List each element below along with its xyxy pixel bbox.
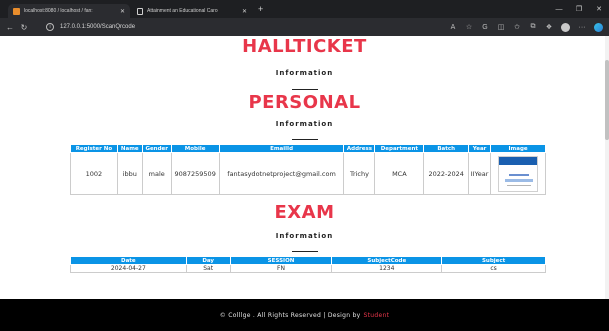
column-header: SESSION (229, 256, 333, 265)
browser-toolbar: A ☆ G ◫ ✩ ⧉ ❖ ··· (445, 18, 603, 36)
image-cell (490, 152, 546, 195)
personal-info-table: Register No Name Gender Mobile EmailId A… (70, 144, 546, 195)
close-icon[interactable]: ✕ (242, 8, 247, 15)
footer: © Colllge . All Rights Reserved | Design… (0, 299, 609, 331)
favorite-icon[interactable]: ☆ (461, 23, 477, 31)
column-header: Batch (423, 144, 470, 153)
minimize-icon[interactable]: — (549, 6, 569, 13)
register-no-cell: 1002 (70, 152, 118, 195)
maximize-icon[interactable]: ❐ (569, 5, 589, 13)
column-header: SubjectCode (331, 256, 443, 265)
browser-tab-phpmyadmin[interactable]: localhost:8080 / localhost / fan: ✕ (8, 4, 130, 18)
table-header-row: Register No Name Gender Mobile EmailId A… (70, 144, 546, 153)
divider (292, 251, 318, 252)
personal-title: PERSONAL (248, 92, 361, 113)
column-header: EmailId (218, 144, 345, 153)
year-cell: IIYear (468, 152, 492, 195)
subject-cell: cs (441, 264, 546, 273)
collections-icon[interactable]: ⧉ (525, 23, 541, 31)
column-header: Name (116, 144, 143, 153)
day-cell: Sat (185, 264, 231, 273)
column-header: Year (468, 144, 492, 153)
subject-code-cell: 1234 (331, 264, 443, 273)
hallticket-subtitle: Information (275, 69, 334, 77)
exam-table: Date Day SESSION SubjectCode Subject 202… (70, 256, 546, 273)
close-icon[interactable]: ✕ (120, 8, 125, 15)
column-header: Day (185, 256, 231, 265)
column-header: Register No (70, 144, 118, 153)
divider (292, 89, 318, 90)
gender-cell: male (141, 152, 172, 195)
table-header-row: Date Day SESSION SubjectCode Subject (70, 256, 546, 265)
session-cell: FN (229, 264, 333, 273)
back-icon[interactable]: ← (3, 23, 17, 32)
column-header: Image (490, 144, 546, 153)
name-cell: ibbu (116, 152, 143, 195)
close-window-icon[interactable]: ✕ (589, 5, 609, 13)
favorites-icon[interactable]: ✩ (509, 23, 525, 31)
personal-subtitle: Information (275, 120, 334, 128)
mobile-cell: 9087259509 (170, 152, 220, 195)
student-image (498, 155, 539, 192)
column-header: Department (374, 144, 425, 153)
refresh-icon[interactable]: G (477, 24, 493, 31)
column-header: Subject (441, 256, 546, 265)
footer-credit-link[interactable]: Student (364, 312, 390, 319)
copilot-icon[interactable] (594, 22, 603, 32)
table-row: 2024-04-27 Sat FN 1234 cs (70, 264, 546, 273)
footer-text: © Colllge . All Rights Reserved | Design… (219, 311, 361, 319)
hallticket-title: HALLTICKET (242, 36, 367, 57)
phpmyadmin-icon (13, 7, 20, 15)
address-bar: ← ↻ i 127.0.0.1:5000/ScanQrcode A ☆ G ◫ … (0, 18, 609, 36)
read-aloud-icon[interactable]: A (445, 24, 461, 31)
more-icon[interactable]: ··· (574, 24, 590, 31)
column-header: Date (70, 256, 187, 265)
url-text: 127.0.0.1:5000/ScanQrcode (60, 24, 136, 30)
tab-label: localhost:8080 / localhost / fan: (24, 8, 93, 14)
department-cell: MCA (374, 152, 425, 195)
avatar[interactable] (561, 22, 570, 32)
exam-subtitle: Information (275, 232, 334, 240)
window-controls: — ❐ ✕ (549, 0, 609, 18)
page-icon (137, 7, 143, 15)
batch-cell: 2022-2024 (423, 152, 470, 195)
browser-tab-bar: localhost:8080 / localhost / fan: ✕ Atta… (0, 0, 609, 18)
table-row: 1002 ibbu male 9087259509 fantasydotnetp… (70, 152, 546, 195)
browser-tab-attainment[interactable]: Attainment an Educational Caro ✕ (132, 4, 252, 18)
column-header: Gender (141, 144, 172, 153)
info-icon[interactable]: i (46, 23, 54, 31)
extensions-icon[interactable]: ❖ (541, 23, 557, 31)
date-cell: 2024-04-27 (70, 264, 187, 273)
address-cell: Trichy (343, 152, 376, 195)
split-screen-icon[interactable]: ◫ (493, 23, 509, 31)
column-header: Address (343, 144, 376, 153)
new-tab-icon[interactable]: + (258, 4, 263, 14)
column-header: Mobile (170, 144, 220, 153)
url-field[interactable]: i 127.0.0.1:5000/ScanQrcode (46, 20, 446, 34)
divider (292, 139, 318, 140)
tab-label: Attainment an Educational Caro (147, 8, 218, 14)
reload-icon[interactable]: ↻ (17, 23, 31, 32)
email-cell: fantasydotnetproject@gmail.com (218, 152, 345, 195)
exam-title: EXAM (274, 202, 335, 223)
